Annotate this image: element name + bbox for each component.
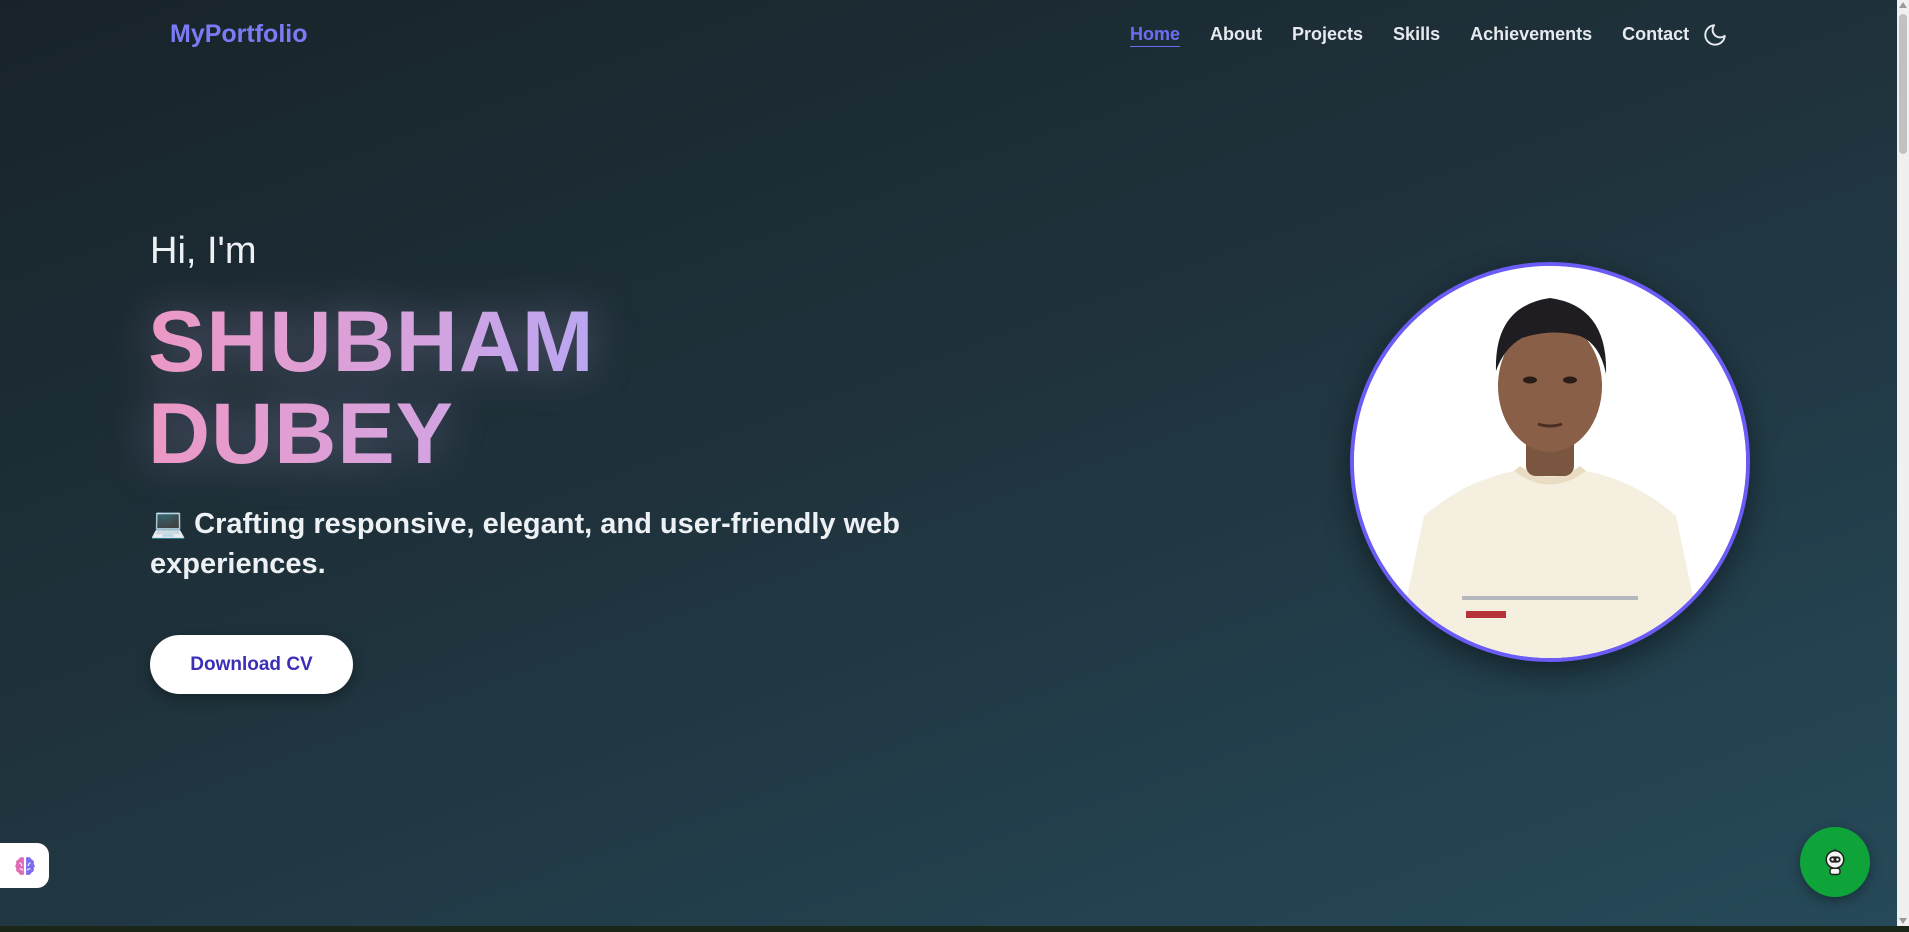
- page-scrollbar[interactable]: [1897, 0, 1909, 926]
- scroll-down-arrow-icon[interactable]: [1899, 918, 1907, 924]
- nav-item-home[interactable]: Home: [1130, 24, 1181, 47]
- hero-greeting: Hi, I'm: [150, 230, 257, 272]
- nav-item-achievements[interactable]: Achievements: [1470, 24, 1592, 47]
- chatbot-button[interactable]: [1800, 827, 1870, 897]
- nav-item-contact[interactable]: Contact: [1622, 24, 1689, 47]
- site-logo[interactable]: MyPortfolio: [170, 20, 308, 49]
- scrollbar-thumb[interactable]: [1899, 14, 1907, 154]
- robot-chat-icon: [1825, 848, 1845, 876]
- brain-icon: [14, 856, 35, 875]
- hero-tagline: 💻 Crafting responsive, elegant, and user…: [150, 508, 900, 580]
- nav-item-skills[interactable]: Skills: [1393, 24, 1440, 47]
- nav-item-projects[interactable]: Projects: [1292, 24, 1363, 47]
- main-nav: Home About Projects Skills Achievements …: [1130, 24, 1719, 47]
- theme-toggle-button[interactable]: [1702, 22, 1728, 48]
- profile-avatar: [1350, 262, 1750, 662]
- scroll-up-arrow-icon[interactable]: [1899, 2, 1907, 8]
- brain-widget-button[interactable]: [0, 843, 49, 888]
- moon-icon: [1704, 24, 1726, 46]
- hero-name-last: DUBEY: [148, 386, 455, 482]
- hero-name: SHUBHAM DUBEY: [148, 296, 595, 480]
- profile-photo: [1354, 266, 1746, 658]
- portfolio-page: MyPortfolio Home About Projects Skills A…: [0, 0, 1909, 932]
- download-cv-button[interactable]: Download CV: [150, 635, 353, 694]
- taskbar-edge: [0, 926, 1909, 932]
- nav-item-about[interactable]: About: [1210, 24, 1262, 47]
- hero-name-first: SHUBHAM: [148, 294, 595, 390]
